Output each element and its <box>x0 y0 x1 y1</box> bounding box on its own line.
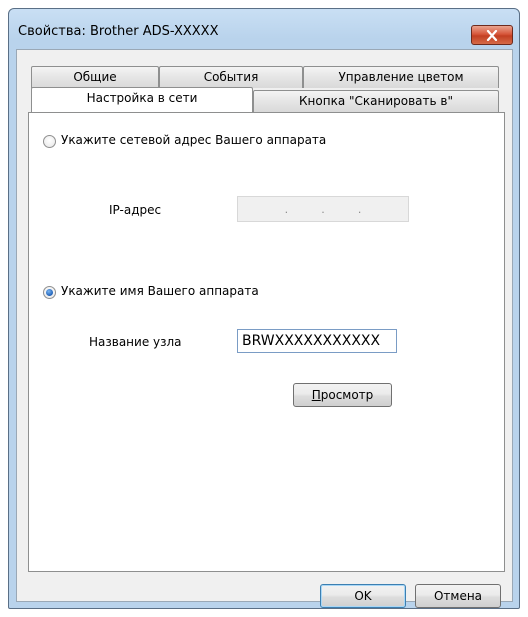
ip-separator: . <box>321 202 325 216</box>
close-button[interactable] <box>471 25 513 45</box>
tab-general[interactable]: Общие <box>31 66 159 88</box>
radio-selected-dot <box>46 289 53 296</box>
name-radio[interactable] <box>43 286 56 299</box>
cancel-label: Отмена <box>433 589 483 603</box>
address-option-label: Укажите сетевой адрес Вашего аппарата <box>61 133 327 147</box>
dialog-client-area: Общие События Управление цветом Настройк… <box>16 49 513 608</box>
tab-events-label: События <box>203 70 259 84</box>
tab-network-settings[interactable]: Настройка в сети <box>31 87 253 112</box>
ip-address-label: IP-адрес <box>109 203 162 217</box>
ok-button[interactable]: OK <box>320 584 406 608</box>
name-option-label: Укажите имя Вашего аппарата <box>61 284 259 298</box>
browse-label: росмотр <box>320 388 374 402</box>
address-radio[interactable] <box>43 135 56 148</box>
network-settings-panel: Укажите сетевой адрес Вашего аппарата IP… <box>28 112 505 572</box>
tab-scan-to-button[interactable]: Кнопка "Сканировать в" <box>253 90 499 112</box>
browse-button[interactable]: Просмотр <box>293 383 392 407</box>
window-title: Свойства: Brother ADS-XXXXX <box>18 24 219 39</box>
tab-color-management-label: Управление цветом <box>338 70 464 84</box>
close-icon <box>486 29 498 41</box>
node-name-label: Название узла <box>89 335 182 349</box>
node-name-input[interactable]: BRWXXXXXXXXXXX <box>237 329 397 353</box>
browse-accel: П <box>311 388 321 402</box>
tab-scan-to-button-label: Кнопка "Сканировать в" <box>299 94 453 108</box>
tab-color-management[interactable]: Управление цветом <box>303 66 499 88</box>
ip-separator: . <box>357 202 362 216</box>
ip-separator: . <box>284 202 289 216</box>
ip-address-field: . . . <box>237 196 409 222</box>
properties-window: Свойства: Brother ADS-XXXXX Общие Событи… <box>8 8 520 609</box>
tab-general-label: Общие <box>73 70 117 84</box>
tab-events[interactable]: События <box>159 66 303 88</box>
cancel-button[interactable]: Отмена <box>415 584 501 608</box>
tab-network-settings-label: Настройка в сети <box>86 91 198 105</box>
ok-label: OK <box>354 589 372 603</box>
